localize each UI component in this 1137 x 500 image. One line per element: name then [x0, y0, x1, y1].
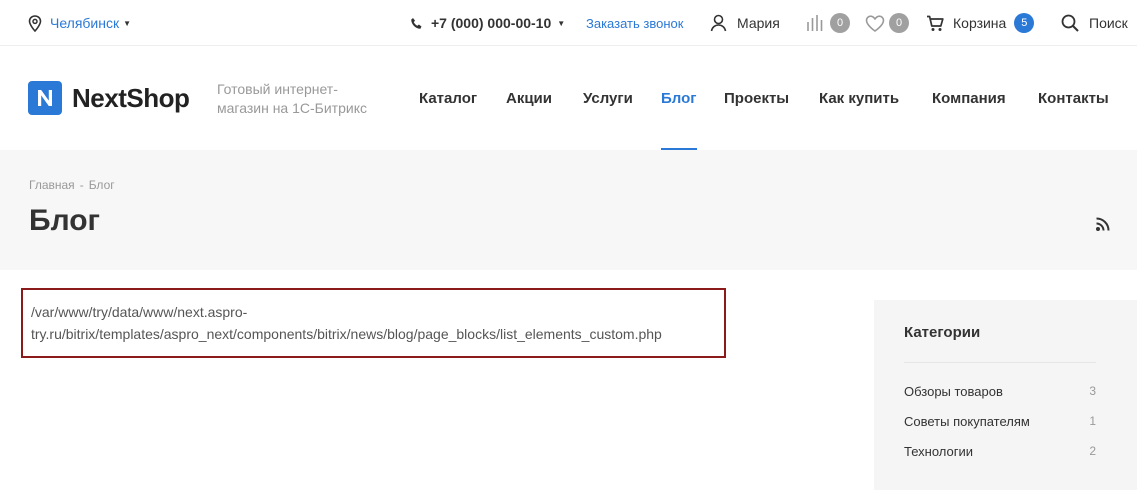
nav-item-services[interactable]: Услуги: [583, 46, 633, 150]
cart-icon: [926, 15, 944, 32]
category-count: 1: [1089, 414, 1096, 428]
cart-label[interactable]: Корзина: [953, 15, 1006, 31]
top-bar: Челябинск ▼ +7 (000) 000-00-10 ▼ Заказат…: [0, 0, 1137, 46]
heart-icon: [865, 14, 885, 32]
callback-link[interactable]: Заказать звонок: [586, 0, 683, 46]
categories-sidebar: Категории Обзоры товаров 3 Советы покупа…: [874, 300, 1137, 490]
sidebar-divider: [904, 362, 1096, 363]
category-item[interactable]: Технологии 2: [904, 444, 1096, 459]
nav-item-blog[interactable]: Блог: [661, 46, 697, 150]
site-slogan: Готовый интернет-магазин на 1С-Битрикс: [217, 81, 367, 116]
breadcrumb-home[interactable]: Главная: [29, 178, 75, 192]
user-account[interactable]: Мария: [710, 0, 780, 46]
nav-item-catalog[interactable]: Каталог: [419, 46, 477, 150]
user-name[interactable]: Мария: [737, 15, 780, 31]
city-selector[interactable]: Челябинск ▼: [28, 0, 131, 46]
category-count: 3: [1089, 384, 1096, 398]
chevron-down-icon: ▼: [557, 18, 566, 28]
cart-button[interactable]: Корзина 5: [926, 0, 1035, 46]
page-title: Блог: [29, 204, 101, 237]
cart-count-badge: 5: [1014, 13, 1035, 33]
category-name[interactable]: Технологии: [904, 444, 973, 459]
favorites-button[interactable]: 0: [865, 0, 909, 46]
sidebar-title: Категории: [904, 324, 981, 341]
phone-selector[interactable]: +7 (000) 000-00-10 ▼: [410, 0, 565, 46]
breadcrumb-current: Блог: [88, 178, 115, 192]
phone-icon: [410, 17, 423, 30]
search-icon: [1061, 14, 1079, 32]
nav-item-contacts[interactable]: Контакты: [1038, 46, 1109, 150]
category-item[interactable]: Советы покупателям 1: [904, 414, 1096, 429]
search-button[interactable]: Поиск: [1061, 0, 1128, 46]
category-item[interactable]: Обзоры товаров 3: [904, 384, 1096, 399]
user-icon: [710, 14, 727, 32]
logo-text: NextShop: [72, 82, 190, 113]
compare-icon: [806, 14, 826, 32]
compare-button[interactable]: 0: [806, 0, 850, 46]
breadcrumb: Главная - Блог: [29, 178, 115, 192]
city-name[interactable]: Челябинск: [50, 15, 119, 31]
category-count: 2: [1089, 444, 1096, 458]
logo-mark-icon: [28, 81, 62, 115]
rss-icon[interactable]: [1095, 216, 1111, 232]
category-name[interactable]: Советы покупателям: [904, 414, 1030, 429]
nav-item-company[interactable]: Компания: [932, 46, 1006, 150]
nav-item-promotions[interactable]: Акции: [506, 46, 552, 150]
nav-item-how-to-buy[interactable]: Как купить: [819, 46, 899, 150]
page-header: Главная - Блог Блог: [0, 150, 1137, 270]
nav-item-projects[interactable]: Проекты: [724, 46, 789, 150]
site-header: NextShop Готовый интернет-магазин на 1С-…: [0, 46, 1137, 150]
error-message-text: /var/www/try/data/www/next.aspro-try.ru/…: [31, 304, 662, 342]
location-pin-icon: [28, 14, 42, 32]
chevron-down-icon: ▼: [123, 18, 132, 28]
error-message-box: /var/www/try/data/www/next.aspro-try.ru/…: [21, 288, 726, 358]
category-name[interactable]: Обзоры товаров: [904, 384, 1003, 399]
favorites-count-badge: 0: [889, 13, 909, 33]
search-label[interactable]: Поиск: [1089, 15, 1128, 31]
breadcrumb-separator: -: [79, 178, 84, 192]
compare-count-badge: 0: [830, 13, 850, 33]
phone-number[interactable]: +7 (000) 000-00-10: [431, 15, 551, 31]
site-logo[interactable]: NextShop: [28, 81, 190, 115]
